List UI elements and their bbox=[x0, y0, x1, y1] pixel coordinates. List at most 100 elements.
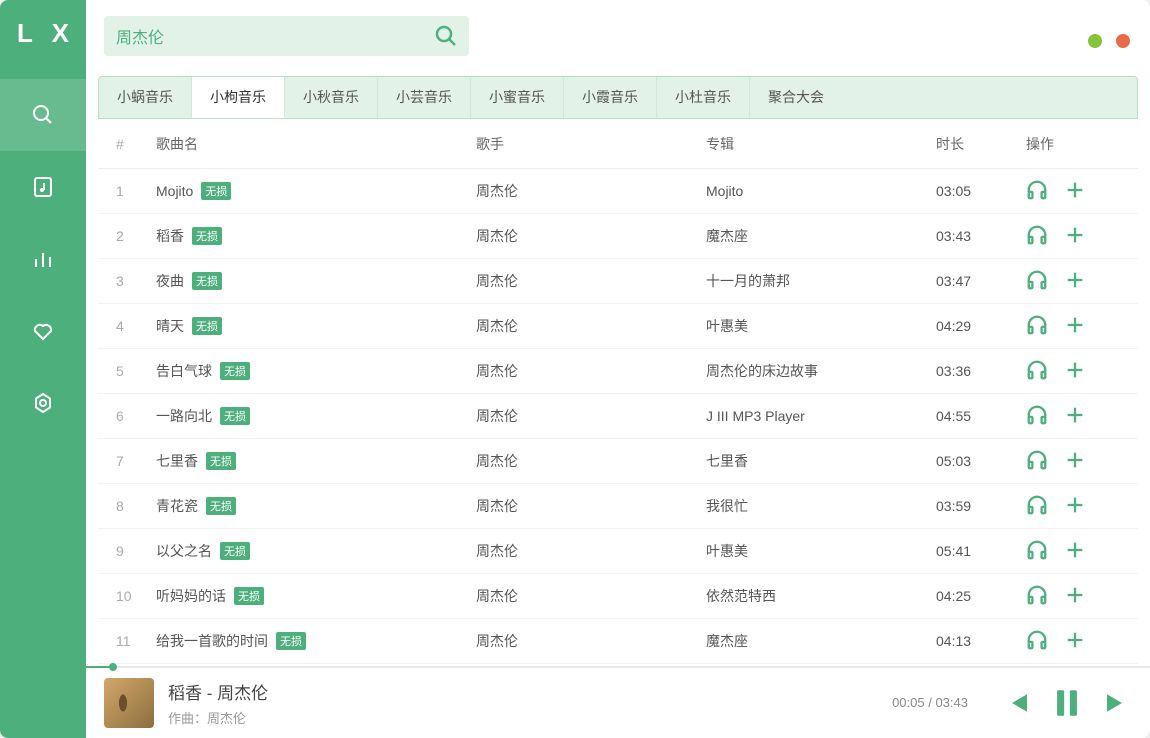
row-actions bbox=[1026, 224, 1106, 249]
pause-icon bbox=[1050, 686, 1084, 720]
plus-icon bbox=[1064, 584, 1086, 606]
source-tabs: 小蜗音乐小枸音乐小秋音乐小芸音乐小蜜音乐小霞音乐小杜音乐聚合大会 bbox=[98, 76, 1138, 119]
row-index: 10 bbox=[116, 588, 156, 604]
progress-fill bbox=[86, 666, 109, 668]
play-action[interactable] bbox=[1026, 224, 1048, 249]
tab-source-3[interactable]: 小芸音乐 bbox=[378, 77, 471, 118]
row-duration: 04:13 bbox=[936, 633, 1026, 649]
add-action[interactable] bbox=[1064, 404, 1086, 429]
total-time: 03:43 bbox=[935, 695, 968, 710]
nav-favorites[interactable] bbox=[0, 295, 86, 367]
tab-source-4[interactable]: 小蜜音乐 bbox=[471, 77, 564, 118]
tab-source-1[interactable]: 小枸音乐 bbox=[192, 77, 285, 119]
lossless-badge: 无损 bbox=[192, 227, 222, 245]
row-name: 给我一首歌的时间无损 bbox=[156, 631, 476, 651]
table-row[interactable]: 8 青花瓷无损 周杰伦 我很忙 03:59 bbox=[98, 484, 1138, 529]
play-action[interactable] bbox=[1026, 179, 1048, 204]
progress-handle[interactable] bbox=[109, 663, 117, 671]
plus-icon bbox=[1064, 224, 1086, 246]
table-row[interactable]: 2 稻香无损 周杰伦 魔杰座 03:43 bbox=[98, 214, 1138, 259]
row-index: 6 bbox=[116, 408, 156, 424]
tab-source-6[interactable]: 小杜音乐 bbox=[657, 77, 750, 118]
plus-icon bbox=[1064, 404, 1086, 426]
table-row[interactable]: 10 听妈妈的话无损 周杰伦 依然范特西 04:25 bbox=[98, 574, 1138, 619]
tab-source-5[interactable]: 小霞音乐 bbox=[564, 77, 657, 118]
table-row[interactable]: 9 以父之名无损 周杰伦 叶惠美 05:41 bbox=[98, 529, 1138, 574]
row-index: 11 bbox=[116, 633, 156, 649]
nav-charts[interactable] bbox=[0, 223, 86, 295]
add-action[interactable] bbox=[1064, 539, 1086, 564]
plus-icon bbox=[1064, 359, 1086, 381]
lossless-badge: 无损 bbox=[201, 182, 231, 200]
add-action[interactable] bbox=[1064, 224, 1086, 249]
add-action[interactable] bbox=[1064, 494, 1086, 519]
lossless-badge: 无损 bbox=[220, 407, 250, 425]
table-row[interactable]: 3 夜曲无损 周杰伦 十一月的萧邦 03:47 bbox=[98, 259, 1138, 304]
tab-source-7[interactable]: 聚合大会 bbox=[750, 77, 842, 118]
album-cover[interactable] bbox=[104, 678, 154, 728]
add-action[interactable] bbox=[1064, 314, 1086, 339]
next-button[interactable] bbox=[1102, 688, 1132, 718]
headphones-icon bbox=[1026, 584, 1048, 606]
add-action[interactable] bbox=[1064, 359, 1086, 384]
row-name: 晴天无损 bbox=[156, 316, 476, 336]
table-row[interactable]: 4 晴天无损 周杰伦 叶惠美 04:29 bbox=[98, 304, 1138, 349]
table-body[interactable]: 1 Mojito无损 周杰伦 Mojito 03:05 2 稻香无损 周杰伦 魔… bbox=[98, 169, 1138, 666]
headphones-icon bbox=[1026, 539, 1048, 561]
now-playing-title: 稻香 - 周杰伦 bbox=[168, 679, 878, 704]
table-row[interactable]: 6 一路向北无损 周杰伦 J III MP3 Player 04:55 bbox=[98, 394, 1138, 439]
progress-track[interactable] bbox=[86, 666, 1150, 668]
song-table: # 歌曲名 歌手 专辑 时长 操作 1 Mojito无损 周杰伦 Mojito … bbox=[98, 119, 1138, 666]
col-duration: 时长 bbox=[936, 134, 1026, 154]
add-action[interactable] bbox=[1064, 629, 1086, 654]
play-action[interactable] bbox=[1026, 629, 1048, 654]
table-row[interactable]: 1 Mojito无损 周杰伦 Mojito 03:05 bbox=[98, 169, 1138, 214]
play-action[interactable] bbox=[1026, 269, 1048, 294]
row-actions bbox=[1026, 629, 1106, 654]
row-actions bbox=[1026, 314, 1106, 339]
search-button[interactable] bbox=[435, 25, 457, 47]
play-action[interactable] bbox=[1026, 539, 1048, 564]
row-name: 听妈妈的话无损 bbox=[156, 586, 476, 606]
headphones-icon bbox=[1026, 359, 1048, 381]
add-action[interactable] bbox=[1064, 449, 1086, 474]
play-action[interactable] bbox=[1026, 314, 1048, 339]
headphones-icon bbox=[1026, 269, 1048, 291]
minimize-button[interactable] bbox=[1088, 34, 1102, 48]
nav-search[interactable] bbox=[0, 79, 86, 151]
tab-source-2[interactable]: 小秋音乐 bbox=[285, 77, 378, 118]
plus-icon bbox=[1064, 269, 1086, 291]
play-action[interactable] bbox=[1026, 494, 1048, 519]
search-icon bbox=[31, 103, 55, 127]
skip-back-icon bbox=[1002, 688, 1032, 718]
play-action[interactable] bbox=[1026, 404, 1048, 429]
table-row[interactable]: 5 告白气球无损 周杰伦 周杰伦的床边故事 03:36 bbox=[98, 349, 1138, 394]
add-action[interactable] bbox=[1064, 269, 1086, 294]
table-row[interactable]: 11 给我一首歌的时间无损 周杰伦 魔杰座 04:13 bbox=[98, 619, 1138, 664]
search-input[interactable] bbox=[116, 27, 435, 45]
table-header: # 歌曲名 歌手 专辑 时长 操作 bbox=[98, 119, 1138, 169]
close-button[interactable] bbox=[1116, 34, 1130, 48]
play-action[interactable] bbox=[1026, 359, 1048, 384]
logo: L X bbox=[11, 18, 75, 49]
pause-button[interactable] bbox=[1050, 686, 1084, 720]
add-action[interactable] bbox=[1064, 584, 1086, 609]
table-row[interactable]: 7 七里香无损 周杰伦 七里香 05:03 bbox=[98, 439, 1138, 484]
row-actions bbox=[1026, 584, 1106, 609]
prev-button[interactable] bbox=[1002, 688, 1032, 718]
play-action[interactable] bbox=[1026, 449, 1048, 474]
row-actions bbox=[1026, 179, 1106, 204]
tab-source-0[interactable]: 小蜗音乐 bbox=[99, 77, 192, 118]
row-index: 4 bbox=[116, 318, 156, 334]
headphones-icon bbox=[1026, 494, 1048, 516]
play-action[interactable] bbox=[1026, 584, 1048, 609]
add-action[interactable] bbox=[1064, 179, 1086, 204]
nav-settings[interactable] bbox=[0, 367, 86, 439]
plus-icon bbox=[1064, 539, 1086, 561]
row-duration: 04:29 bbox=[936, 318, 1026, 334]
row-actions bbox=[1026, 359, 1106, 384]
now-playing-meta: 作曲：周杰伦 bbox=[168, 708, 878, 727]
row-duration: 05:41 bbox=[936, 543, 1026, 559]
nav-library[interactable] bbox=[0, 151, 86, 223]
row-name: 七里香无损 bbox=[156, 451, 476, 471]
